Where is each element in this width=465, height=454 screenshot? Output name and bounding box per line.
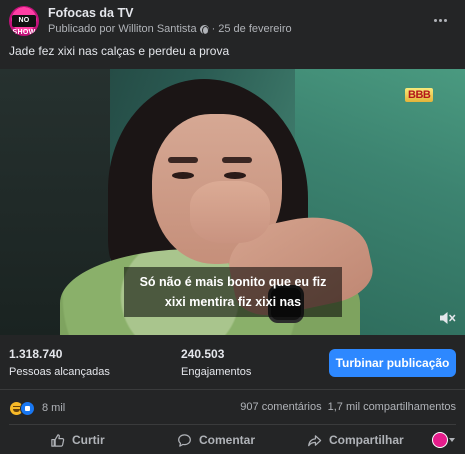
- reach-label: Pessoas alcançadas: [9, 366, 110, 378]
- like-label: Curtir: [72, 433, 105, 447]
- comment-label: Comentar: [199, 433, 256, 447]
- reaction-as-avatar[interactable]: [432, 432, 448, 448]
- avatar-logo-text: NO SHOW: [12, 15, 36, 36]
- facebook-post: NO SHOW Fofocas da TV Publicado por Will…: [0, 0, 465, 454]
- meta-separator: ·: [211, 23, 216, 35]
- thumbs-up-icon: [51, 433, 65, 447]
- video-person-left-eye: [172, 172, 194, 179]
- post-date-link[interactable]: 25 de fevereiro: [218, 23, 291, 35]
- engagement-value: 240.503: [181, 347, 225, 361]
- engagement-stat: 240.503 Engajamentos: [181, 347, 251, 378]
- shares-count-link[interactable]: 1,7 mil compartilhamentos: [328, 401, 456, 413]
- audience-globe-icon: [199, 24, 209, 35]
- reactions-summary[interactable]: 8 mil: [9, 399, 65, 417]
- share-label: Compartilhar: [329, 433, 404, 447]
- post-actions-bar: Curtir Comentar Compartilhar: [0, 428, 465, 454]
- divider: [9, 424, 456, 425]
- video-person-right-brow: [222, 157, 252, 163]
- video-person-right-eye: [224, 172, 246, 179]
- share-arrow-icon: [308, 434, 322, 446]
- reach-value: 1.318.740: [9, 347, 63, 361]
- sound-toggle-button[interactable]: [437, 308, 457, 328]
- page-avatar[interactable]: NO SHOW: [9, 6, 39, 36]
- post-caption: Jade fez xixi nas calças e perdeu a prov…: [9, 44, 230, 58]
- like-button[interactable]: Curtir: [50, 428, 105, 452]
- more-options-button[interactable]: [428, 8, 452, 32]
- bbb-logo: BBB: [405, 88, 434, 102]
- published-by-text[interactable]: Publicado por Williton Santista: [48, 23, 197, 35]
- video-subtitle: Só não é mais bonito que eu fiz xixi men…: [124, 267, 342, 317]
- engagement-label: Engajamentos: [181, 366, 252, 378]
- engagement-counts: 907 comentários 1,7 mil compartilhamento…: [240, 401, 456, 413]
- chevron-down-icon[interactable]: [449, 438, 455, 442]
- video-person-hand: [190, 181, 270, 243]
- divider: [0, 389, 465, 390]
- boost-post-button[interactable]: Turbinar publicação: [329, 349, 456, 377]
- like-reaction-icon: [20, 400, 35, 416]
- post-insights: 1.318.740 Pessoas alcançadas 240.503 Eng…: [0, 335, 465, 389]
- post-meta: Publicado por Williton Santista · 25 de …: [48, 23, 292, 35]
- subtitle-line-1: Só não é mais bonito que eu fiz: [139, 275, 327, 289]
- speaker-muted-icon: [440, 312, 456, 324]
- subtitle-line-2: xixi mentira fiz xixi nas: [164, 295, 302, 309]
- comment-button[interactable]: Comentar: [177, 428, 255, 452]
- video-person-left-brow: [168, 157, 198, 163]
- post-video[interactable]: BBB Só não é mais bonito que eu fiz xixi…: [0, 69, 465, 335]
- comment-icon: [178, 433, 191, 447]
- reaction-count: 8 mil: [42, 402, 66, 414]
- share-button[interactable]: Compartilhar: [307, 428, 404, 452]
- page-name-link[interactable]: Fofocas da TV: [48, 6, 133, 20]
- more-horizontal-icon: [433, 18, 437, 22]
- post-header: NO SHOW Fofocas da TV Publicado por Will…: [0, 0, 465, 40]
- reach-stat: 1.318.740 Pessoas alcançadas: [9, 347, 110, 378]
- comments-count-link[interactable]: 907 comentários: [240, 401, 321, 413]
